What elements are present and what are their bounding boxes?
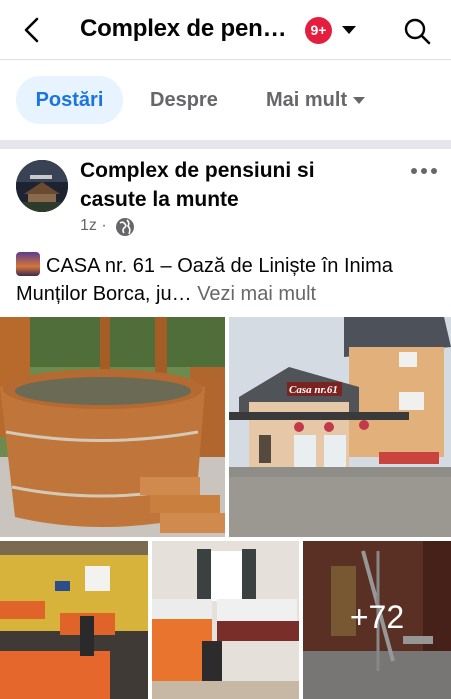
photo-bedroom[interactable] <box>152 541 299 699</box>
globe-icon <box>116 218 134 236</box>
photo-hot-tub[interactable] <box>0 317 225 537</box>
more-options-icon[interactable] <box>410 166 438 176</box>
tab-more-label: Mai mult <box>266 89 348 111</box>
search-icon[interactable] <box>403 17 431 45</box>
tab-bar: Postări Despre Mai mult <box>0 60 451 140</box>
top-bar: Complex de pen… 9+ <box>0 0 451 60</box>
hot-tub-image <box>0 317 225 537</box>
post-timestamp[interactable]: 1z · <box>80 217 107 235</box>
avatar[interactable] <box>16 160 68 212</box>
back-arrow-icon[interactable] <box>18 16 46 44</box>
tab-more[interactable]: Mai mult <box>266 76 366 124</box>
photo-dining-room[interactable] <box>0 541 148 699</box>
photo-staircase[interactable]: +72 <box>303 541 451 699</box>
page-title[interactable]: Complex de pen… <box>80 15 287 43</box>
tab-about[interactable]: Despre <box>150 76 218 124</box>
see-more-link[interactable]: Vezi mai mult <box>197 283 316 305</box>
house-sign-text: Casa nr.61 <box>289 384 338 396</box>
dining-room-image <box>0 541 148 699</box>
post-text: CASA nr. 61 – Oază de Liniște în Inima M… <box>16 252 441 308</box>
sunset-emoji-icon <box>16 252 40 276</box>
notification-badge[interactable]: 9+ <box>305 17 332 44</box>
section-divider <box>0 140 451 149</box>
house-image: Casa nr.61 <box>229 317 451 537</box>
avatar-image <box>16 160 68 212</box>
post-author[interactable]: Complex de pensiuni si casute la munte <box>80 156 380 214</box>
photo-house-exterior[interactable]: Casa nr.61 <box>229 317 451 537</box>
tab-posts[interactable]: Postări <box>16 76 123 124</box>
bedroom-image <box>152 541 299 699</box>
chevron-down-icon <box>353 97 366 105</box>
more-photos-count[interactable]: +72 <box>303 599 451 636</box>
chevron-down-icon[interactable] <box>342 26 356 34</box>
